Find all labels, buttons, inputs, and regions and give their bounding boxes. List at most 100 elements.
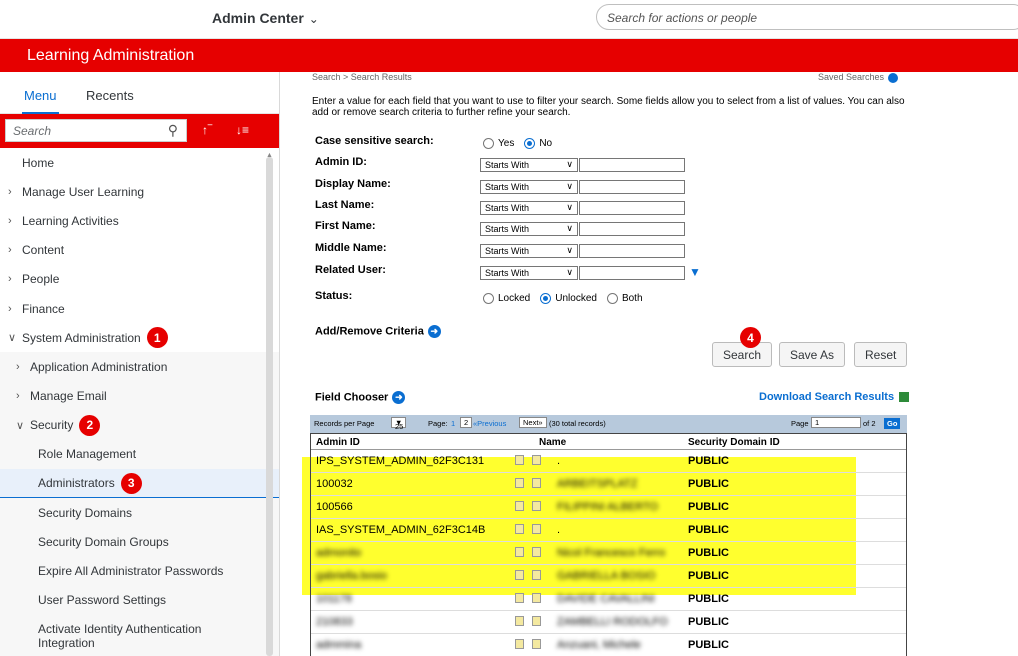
- sidebar-item-role-management[interactable]: Role Management: [0, 439, 279, 470]
- edit-icon[interactable]: [532, 639, 541, 649]
- table-row[interactable]: 210833 ZAMBELLI RODOLFO PUBLIC: [311, 611, 906, 634]
- add-remove-criteria-link[interactable]: Add/Remove Criteria ➜: [315, 325, 441, 338]
- table-row[interactable]: IPS_SYSTEM_ADMIN_62F3C131. PUBLIC: [311, 450, 906, 473]
- operator-select[interactable]: Starts With ∨: [480, 201, 578, 215]
- sidebar-item-activate-identity-authentication-integration[interactable]: Activate Identity Authentication Integra…: [0, 615, 279, 656]
- download-results-link[interactable]: Download Search Results: [759, 391, 910, 403]
- chevron-right-icon[interactable]: ›: [8, 215, 22, 227]
- sidebar-item-home[interactable]: Home: [0, 148, 279, 177]
- sidebar-scrollbar[interactable]: [266, 157, 273, 656]
- sidebar-search-input[interactable]: Search ⚲: [5, 119, 187, 142]
- operator-select[interactable]: Starts With ∨: [480, 222, 578, 236]
- view-icon[interactable]: [515, 455, 524, 465]
- edit-icon[interactable]: [532, 616, 541, 626]
- criteria-text-input[interactable]: [579, 244, 685, 258]
- sidebar-item-finance[interactable]: › Finance: [0, 294, 279, 323]
- view-icon[interactable]: [515, 501, 524, 511]
- reset-button[interactable]: Reset: [854, 342, 908, 367]
- operator-select[interactable]: Starts With ∨: [480, 244, 578, 258]
- admin-id-cell[interactable]: IPS_SYSTEM_ADMIN_62F3C131: [316, 455, 484, 467]
- criteria-text-input[interactable]: [579, 180, 685, 194]
- table-row[interactable]: 100566 FILIPPINI ALBERTO PUBLIC: [311, 496, 906, 519]
- column-admin-id[interactable]: Admin ID: [316, 437, 360, 448]
- edit-icon[interactable]: [532, 501, 541, 511]
- search-icon[interactable]: ⚲: [168, 122, 178, 139]
- saved-searches-link[interactable]: Saved Searches: [818, 72, 899, 83]
- criteria-text-input[interactable]: [579, 266, 685, 280]
- admin-id-cell[interactable]: 210833: [316, 616, 353, 628]
- view-icon[interactable]: [515, 547, 524, 557]
- tab-menu[interactable]: Menu: [22, 88, 59, 115]
- operator-select[interactable]: Starts With ∨: [480, 266, 578, 280]
- view-icon[interactable]: [515, 478, 524, 488]
- tab-recents[interactable]: Recents: [86, 88, 134, 103]
- admin-id-cell[interactable]: 100566: [316, 501, 353, 513]
- table-row[interactable]: admonito Nicol Francesco Ferro PUBLIC: [311, 542, 906, 565]
- admin-id-cell[interactable]: admonito: [316, 547, 361, 559]
- save-as-button[interactable]: Save As: [779, 342, 846, 367]
- sidebar-item-expire-all-administrator-passwords[interactable]: Expire All Administrator Passwords: [0, 556, 279, 586]
- table-row[interactable]: gabriella.bosio GABRIELLA BOSIO PUBLIC: [311, 565, 906, 588]
- search-button[interactable]: Search: [712, 342, 773, 367]
- status-locked-radio[interactable]: [483, 293, 494, 304]
- global-search-input[interactable]: Search for actions or people: [596, 4, 1018, 30]
- sidebar-item-security[interactable]: ∨ Security 2: [0, 410, 279, 440]
- field-chooser-link[interactable]: Field Chooser ➜: [315, 391, 406, 404]
- operator-select[interactable]: Starts With ∨: [480, 158, 578, 172]
- status-both-radio[interactable]: [606, 293, 618, 304]
- records-per-page-select[interactable]: 25 ▼: [391, 417, 407, 431]
- sidebar-item-administrators[interactable]: Administrators 3: [0, 469, 279, 499]
- table-row[interactable]: 100032 ARBEITSPLATZ PUBLIC: [311, 473, 906, 496]
- sidebar-item-security-domain-groups[interactable]: Security Domain Groups: [0, 527, 279, 557]
- edit-icon[interactable]: [532, 478, 541, 488]
- page-2-link[interactable]: 2: [460, 417, 473, 428]
- edit-icon[interactable]: [532, 570, 541, 580]
- column-name[interactable]: Name: [539, 437, 566, 448]
- column-security-domain[interactable]: Security Domain ID: [688, 437, 780, 448]
- edit-icon[interactable]: [532, 593, 541, 603]
- table-row[interactable]: admmina Anzuani, Michele PUBLIC: [311, 634, 906, 656]
- criteria-text-input[interactable]: [579, 222, 685, 236]
- chevron-right-icon[interactable]: ›: [8, 244, 22, 256]
- sidebar-item-manage-email[interactable]: › Manage Email: [0, 381, 279, 411]
- sort-ascending-icon[interactable]: ↑‾: [202, 123, 212, 137]
- sidebar-item-learning-activities[interactable]: › Learning Activities: [0, 206, 279, 235]
- chevron-down-icon[interactable]: ∨: [16, 419, 30, 432]
- admin-id-cell[interactable]: IAS_SYSTEM_ADMIN_62F3C14B: [316, 524, 485, 536]
- status-unlocked-radio[interactable]: [540, 293, 552, 304]
- sidebar-item-application-administration[interactable]: › Application Administration: [0, 352, 279, 382]
- view-icon[interactable]: [515, 616, 524, 626]
- go-button[interactable]: Go: [884, 418, 901, 429]
- view-icon[interactable]: [515, 524, 524, 534]
- chevron-down-icon[interactable]: ∨: [8, 331, 22, 344]
- page-1-link[interactable]: 1: [451, 419, 455, 428]
- chevron-right-icon[interactable]: ›: [8, 273, 22, 285]
- admin-id-cell[interactable]: 101178: [316, 593, 352, 605]
- sidebar-item-security-domains[interactable]: Security Domains: [0, 498, 279, 528]
- sort-list-icon[interactable]: ↓≡: [236, 123, 249, 137]
- sidebar-item-user-password-settings[interactable]: User Password Settings: [0, 585, 279, 615]
- previous-link[interactable]: «Previous: [473, 419, 506, 428]
- sidebar-item-system-administration[interactable]: ∨ System Administration 1: [0, 323, 279, 352]
- operator-select[interactable]: Starts With ∨: [480, 180, 578, 194]
- criteria-text-input[interactable]: [579, 158, 685, 172]
- sidebar-item-people[interactable]: › People: [0, 265, 279, 294]
- chevron-right-icon[interactable]: ›: [16, 390, 30, 402]
- table-row[interactable]: 101178 DAVIDE CAVALLINI PUBLIC: [311, 588, 906, 611]
- view-icon[interactable]: [515, 639, 524, 649]
- page-number-input[interactable]: 1: [811, 417, 861, 428]
- sidebar-item-content[interactable]: › Content: [0, 236, 279, 265]
- filter-icon[interactable]: ▼: [689, 265, 701, 279]
- view-icon[interactable]: [515, 593, 524, 603]
- table-row[interactable]: IAS_SYSTEM_ADMIN_62F3C14B. PUBLIC: [311, 519, 906, 542]
- view-icon[interactable]: [515, 570, 524, 580]
- admin-id-cell[interactable]: gabriella.bosio: [316, 570, 387, 582]
- case-yes-radio[interactable]: [483, 138, 494, 149]
- app-title-menu[interactable]: Admin Center ⌄: [212, 10, 319, 26]
- chevron-right-icon[interactable]: ›: [8, 186, 22, 198]
- breadcrumb[interactable]: Search > Search Results: [312, 72, 412, 82]
- admin-id-cell[interactable]: admmina: [316, 639, 361, 651]
- edit-icon[interactable]: [532, 455, 541, 465]
- edit-icon[interactable]: [532, 547, 541, 557]
- chevron-right-icon[interactable]: ›: [8, 303, 22, 315]
